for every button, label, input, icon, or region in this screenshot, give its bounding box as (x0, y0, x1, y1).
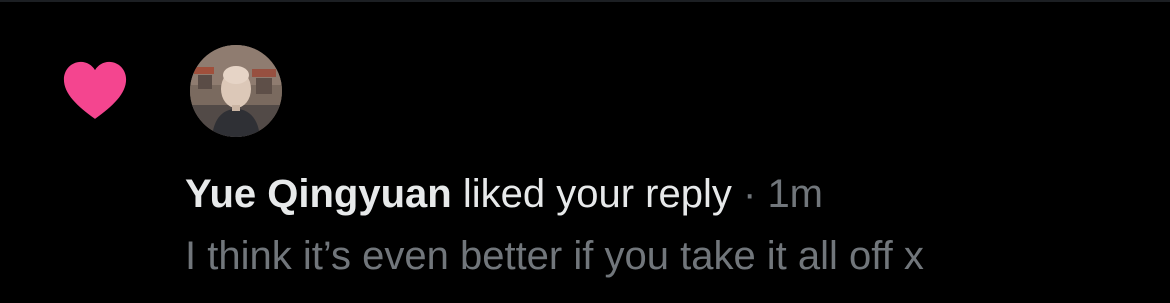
like-notification[interactable]: Yue Qingyuan liked your reply · 1m I thi… (0, 2, 1170, 303)
reply-preview[interactable]: I think it’s even better if you take it … (185, 232, 924, 280)
avatar-image (190, 45, 282, 137)
action-text: liked your reply (462, 172, 732, 216)
user-name-link[interactable]: Yue Qingyuan (185, 172, 452, 216)
heart-icon (63, 61, 127, 119)
timestamp: 1m (767, 172, 824, 216)
separator: · (742, 172, 757, 216)
notification-headline: Yue Qingyuan liked your reply · 1m (185, 170, 823, 218)
avatar[interactable] (190, 45, 282, 137)
